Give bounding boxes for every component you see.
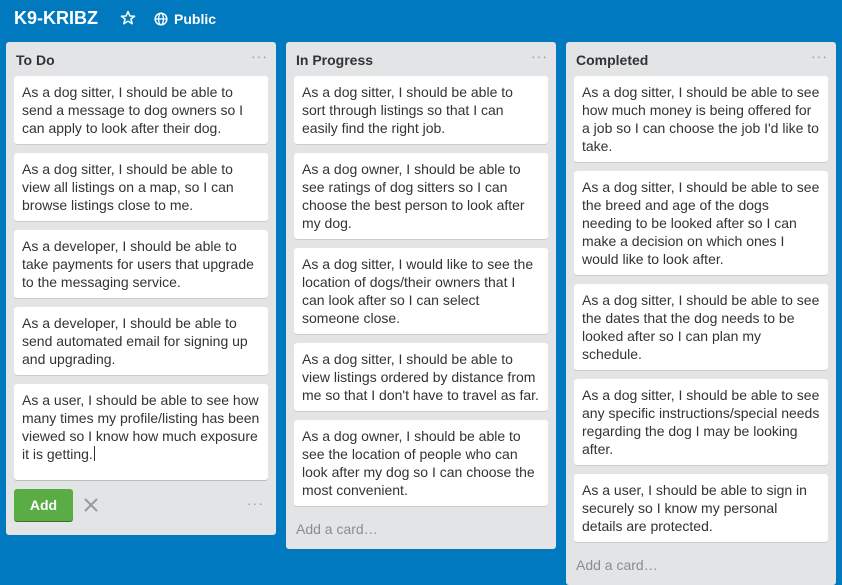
text-caret	[93, 446, 95, 461]
card[interactable]: As a dog sitter, I should be able to vie…	[294, 343, 548, 411]
card[interactable]: As a dog sitter, I should be able to sen…	[14, 76, 268, 144]
list-header: Completed ···	[566, 42, 836, 76]
composer-controls: Add ···	[6, 489, 276, 535]
board-title[interactable]: K9-KRIBZ	[14, 8, 98, 29]
card[interactable]: As a dog sitter, I should be able to sor…	[294, 76, 548, 144]
card[interactable]: As a developer, I should be able to send…	[14, 307, 268, 375]
list-menu-icon[interactable]: ···	[251, 48, 268, 64]
card-composer-textarea[interactable]: As a user, I should be able to see how m…	[14, 384, 268, 480]
list-completed: Completed ··· As a dog sitter, I should …	[566, 42, 836, 585]
list-header: In Progress ···	[286, 42, 556, 76]
composer-options-icon[interactable]: ···	[247, 495, 264, 511]
visibility-button[interactable]: Public	[154, 8, 216, 30]
card-list: As a dog sitter, I should be able to see…	[566, 76, 836, 542]
list-menu-icon[interactable]: ···	[531, 48, 548, 64]
visibility-label: Public	[174, 11, 217, 27]
add-card-link[interactable]: Add a card…	[286, 515, 556, 549]
board-header: K9-KRIBZ Public	[0, 0, 842, 38]
card[interactable]: As a dog owner, I should be able to see …	[294, 420, 548, 506]
list-title[interactable]: Completed	[576, 52, 648, 68]
list-header: To Do ···	[6, 42, 276, 76]
list-menu-icon[interactable]: ···	[811, 48, 828, 64]
list-in-progress: In Progress ··· As a dog sitter, I shoul…	[286, 42, 556, 549]
card-list: As a dog sitter, I should be able to sor…	[286, 76, 556, 506]
card[interactable]: As a dog owner, I should be able to see …	[294, 153, 548, 239]
card[interactable]: As a dog sitter, I should be able to see…	[574, 379, 828, 465]
card[interactable]: As a user, I should be able to sign in s…	[574, 474, 828, 542]
add-card-link[interactable]: Add a card…	[566, 551, 836, 585]
card[interactable]: As a dog sitter, I should be able to see…	[574, 76, 828, 162]
add-card-button[interactable]: Add	[14, 489, 73, 521]
close-icon[interactable]	[83, 497, 99, 513]
card[interactable]: As a dog sitter, I would like to see the…	[294, 248, 548, 334]
list-title[interactable]: In Progress	[296, 52, 373, 68]
globe-icon	[154, 12, 168, 26]
card-list: As a dog sitter, I should be able to sen…	[6, 76, 276, 480]
card[interactable]: As a developer, I should be able to take…	[14, 230, 268, 298]
card[interactable]: As a dog sitter, I should be able to see…	[574, 284, 828, 370]
star-icon[interactable]	[120, 10, 136, 26]
list-title[interactable]: To Do	[16, 52, 55, 68]
card[interactable]: As a dog sitter, I should be able to see…	[574, 171, 828, 275]
list-todo: To Do ··· As a dog sitter, I should be a…	[6, 42, 276, 535]
card-composer-text: As a user, I should be able to see how m…	[22, 392, 260, 462]
card[interactable]: As a dog sitter, I should be able to vie…	[14, 153, 268, 221]
